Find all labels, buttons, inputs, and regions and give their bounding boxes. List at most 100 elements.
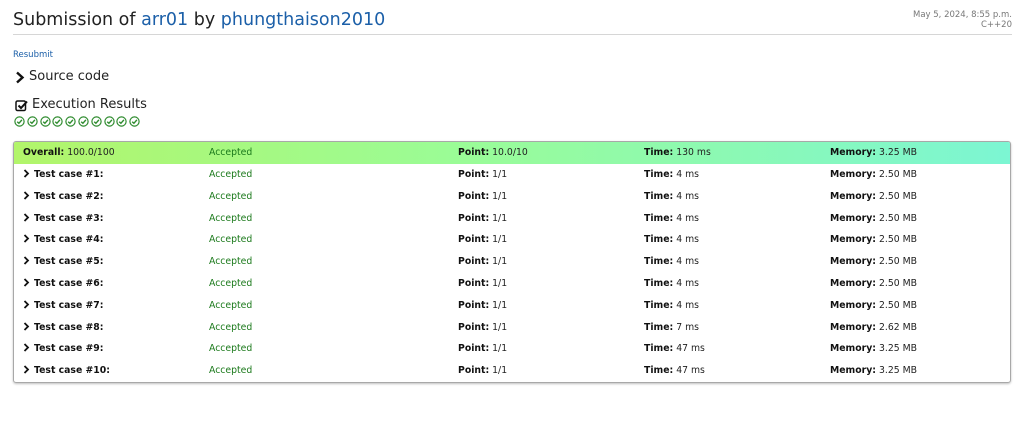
execution-results-label: Execution Results <box>32 97 147 112</box>
memory-label: Memory: <box>830 321 876 333</box>
test-case-status: Accepted <box>209 234 253 246</box>
check-circle-icon <box>129 116 142 127</box>
point-label: Point: <box>458 234 490 246</box>
memory-label: Memory: <box>830 277 876 289</box>
test-case-point: 1/1 <box>492 169 508 180</box>
overall-row: Overall: 100.0/100 Accepted Point: 10.0/… <box>14 142 1010 164</box>
test-case-time: 47 ms <box>676 343 705 355</box>
check-circle-icon <box>103 116 117 127</box>
point-label: Point: <box>458 169 490 180</box>
test-case-time: 47 ms <box>676 365 705 377</box>
page-title: Submission of arr01 by phungthaison2010 <box>13 8 1012 32</box>
test-case-name: Test case #6: <box>34 277 104 289</box>
test-case-list: Test case #1: Accepted Point: 1/1 Time: 4 m… <box>14 164 1010 382</box>
test-case-point: 1/1 <box>492 190 508 202</box>
chevron-right-icon <box>23 256 30 265</box>
checkbox-checked-icon <box>15 99 28 111</box>
overall-memory-label: Memory: <box>830 147 876 158</box>
overall-point-label: Point: <box>458 147 490 158</box>
test-case-status: Accepted <box>209 343 253 355</box>
memory-label: Memory: <box>830 234 876 246</box>
test-case-point: 1/1 <box>492 299 508 311</box>
test-case-time: 4 ms <box>676 234 699 246</box>
test-case-row[interactable]: Test case #3: Accepted Point: 1/1 Time: 4 m… <box>14 208 1010 230</box>
test-case-name: Test case #2: <box>34 190 104 202</box>
execution-results-header[interactable]: Execution Results <box>15 97 147 113</box>
test-case-point: 1/1 <box>492 234 508 246</box>
title-prefix: Submission of <box>13 10 142 30</box>
time-label: Time: <box>644 343 674 355</box>
time-label: Time: <box>644 169 674 180</box>
test-case-row[interactable]: Test case #9: Accepted Point: 1/1 Time: 47 … <box>14 338 1010 360</box>
time-label: Time: <box>644 365 674 377</box>
test-case-time: 4 ms <box>676 277 699 289</box>
time-label: Time: <box>644 256 674 268</box>
test-case-time: 7 ms <box>676 321 699 333</box>
time-label: Time: <box>644 299 674 311</box>
point-label: Point: <box>458 299 490 311</box>
memory-label: Memory: <box>830 212 876 224</box>
test-case-status: Accepted <box>209 256 253 268</box>
check-circle-icon <box>52 116 65 127</box>
memory-label: Memory: <box>830 365 876 377</box>
memory-label: Memory: <box>830 190 876 202</box>
chevron-right-icon <box>23 169 30 178</box>
test-case-status: Accepted <box>209 169 253 180</box>
resubmit-link[interactable]: Resubmit <box>13 50 53 60</box>
time-label: Time: <box>644 277 674 289</box>
memory-label: Memory: <box>830 343 876 355</box>
page-header: Submission of arr01 by phungthaison2010 … <box>13 8 1012 35</box>
test-case-memory: 2.50 MB <box>878 256 918 268</box>
test-case-memory: 2.50 MB <box>878 190 918 202</box>
overall-time-label: Time: <box>644 147 674 158</box>
test-case-point: 1/1 <box>492 343 508 355</box>
test-case-row[interactable]: Test case #10: Accepted Point: 1/1 Time: 47… <box>14 360 1010 382</box>
time-label: Time: <box>644 190 674 202</box>
point-label: Point: <box>458 365 490 377</box>
results-table: Overall: 100.0/100 Accepted Point: 10.0/… <box>13 141 1011 383</box>
chevron-right-icon <box>23 365 30 374</box>
submission-meta: May 5, 2024, 8:55 p.m. C++20 <box>913 10 1012 30</box>
check-circle-icon <box>65 116 78 127</box>
check-circle-icon <box>39 116 53 127</box>
check-circle-icon <box>91 116 104 127</box>
memory-label: Memory: <box>830 299 876 311</box>
chevron-right-icon <box>23 278 30 287</box>
test-case-memory: 2.50 MB <box>878 234 918 246</box>
time-label: Time: <box>644 321 674 333</box>
test-case-row[interactable]: Test case #7: Accepted Point: 1/1 Time: 4 m… <box>14 295 1010 317</box>
source-code-toggle[interactable]: Source code <box>15 69 109 85</box>
test-case-time: 4 ms <box>676 256 699 268</box>
submission-date: May 5, 2024, 8:55 p.m. <box>913 10 1012 20</box>
test-case-status: Accepted <box>209 212 253 224</box>
test-case-time: 4 ms <box>676 299 699 311</box>
chevron-right-icon <box>23 300 30 309</box>
chevron-right-icon <box>23 321 30 331</box>
test-case-name: Test case #9: <box>34 343 104 355</box>
test-case-point: 1/1 <box>492 212 508 224</box>
point-label: Point: <box>458 277 490 289</box>
test-case-memory: 2.50 MB <box>878 277 918 289</box>
test-case-name: Test case #4: <box>34 234 104 246</box>
test-case-row[interactable]: Test case #4: Accepted Point: 1/1 Time: 4 m… <box>14 229 1010 251</box>
test-case-status: Accepted <box>209 299 253 311</box>
overall-label: Overall: <box>23 147 65 158</box>
user-link[interactable]: phungthaison2010 <box>221 10 385 30</box>
chevron-right-icon <box>23 212 30 222</box>
test-case-point: 1/1 <box>492 256 508 268</box>
test-case-row[interactable]: Test case #5: Accepted Point: 1/1 Time: 4 m… <box>14 251 1010 273</box>
time-label: Time: <box>644 212 674 224</box>
test-case-name: Test case #1: <box>34 169 104 180</box>
problem-link[interactable]: arr01 <box>141 10 188 30</box>
test-case-row[interactable]: Test case #8: Accepted Point: 1/1 Time: 7 m… <box>14 317 1010 339</box>
test-case-row[interactable]: Test case #6: Accepted Point: 1/1 Time: 4 m… <box>14 273 1010 295</box>
memory-label: Memory: <box>830 169 876 180</box>
chevron-right-icon <box>23 191 30 200</box>
point-label: Point: <box>458 190 490 202</box>
test-case-row[interactable]: Test case #2: Accepted Point: 1/1 Time: 4 m… <box>14 186 1010 208</box>
point-label: Point: <box>458 343 490 355</box>
test-case-row[interactable]: Test case #1: Accepted Point: 1/1 Time: 4 m… <box>14 164 1010 186</box>
overall-time: 130 ms <box>676 147 711 158</box>
test-case-status: Accepted <box>209 190 253 202</box>
time-label: Time: <box>644 234 674 246</box>
